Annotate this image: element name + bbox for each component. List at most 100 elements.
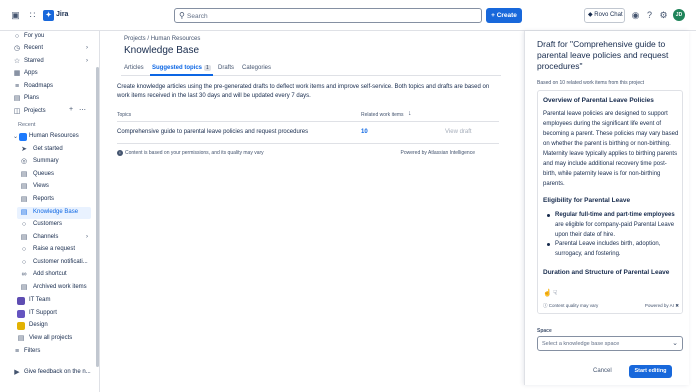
rovo-chat-button[interactable]: ◆ Rovo Chat xyxy=(584,8,625,23)
content-quality-note: ⓘ Content quality may vary xyxy=(543,303,599,308)
sidebar-item-views[interactable]: ▤ Views xyxy=(0,181,96,193)
sidebar-item-customer-notifications[interactable]: ○ Customer notificati... xyxy=(0,257,96,269)
draft-list-item: Regular full-time and part-time employee… xyxy=(555,210,679,240)
chevron-down-icon[interactable]: ⌄ xyxy=(13,133,18,140)
info-icon: i xyxy=(117,150,123,156)
sidebar-scrollbar[interactable] xyxy=(96,67,99,367)
help-icon[interactable]: ? xyxy=(644,10,655,21)
draft-heading: Overview of Parental Leave Policies xyxy=(543,97,654,104)
chevron-right-icon[interactable]: › xyxy=(86,45,88,51)
sidebar-item-raise-request[interactable]: ○ Raise a request xyxy=(0,244,96,256)
sidebar-item-for-you[interactable]: ○ For you xyxy=(0,31,96,43)
sidebar-item-label: Customers xyxy=(33,221,63,227)
add-project-icon[interactable]: + xyxy=(69,106,73,113)
sidebar-item-summary[interactable]: ◎ Summary xyxy=(0,156,96,168)
sidebar-toggle-icon[interactable]: ▣ xyxy=(10,10,21,21)
search-placeholder: Search xyxy=(187,12,208,20)
space-select[interactable]: Select a knowledge base space ⌄ xyxy=(537,336,683,351)
sidebar-item-archived[interactable]: ▤ Archived work items xyxy=(0,282,96,294)
breadcrumb: Projects / Human Resources xyxy=(124,36,200,42)
sidebar-item-feedback[interactable]: ▶ Give feedback on the n... xyxy=(0,367,96,379)
breadcrumb-projects[interactable]: Projects xyxy=(124,36,146,42)
megaphone-icon: ▶ xyxy=(14,369,20,376)
project-name: IT Support xyxy=(29,310,57,316)
book-icon: ▤ xyxy=(20,209,28,216)
topic-cell[interactable]: Comprehensive guide to parental leave po… xyxy=(117,129,308,135)
sidebar-item-knowledge-base[interactable]: ▤ Knowledge Base xyxy=(17,207,91,219)
jira-logo-icon[interactable]: ✦ xyxy=(43,10,54,21)
draft-footer: ☝ ☟ ⓘ Content quality may vary Powered b… xyxy=(538,286,682,313)
notifications-icon[interactable]: ◉ xyxy=(630,10,641,21)
footnote-text: Content is based on your permissions, an… xyxy=(125,150,264,156)
project-it-team[interactable]: IT Team xyxy=(0,295,96,307)
table-row[interactable]: Comprehensive guide to parental leave po… xyxy=(117,122,499,144)
sidebar-item-label: Give feedback on the n... xyxy=(24,369,91,375)
draft-heading: Eligibility for Parental Leave xyxy=(543,197,631,204)
app-switcher-icon[interactable]: ∷ xyxy=(27,10,38,21)
app-name[interactable]: Jira xyxy=(56,11,68,18)
sidebar-item-starred[interactable]: ☆ Starred › xyxy=(0,56,96,68)
cancel-button[interactable]: Cancel xyxy=(593,368,612,374)
chevron-right-icon[interactable]: › xyxy=(86,234,88,240)
table-header: Topics Related work items ↓ xyxy=(117,110,499,122)
breadcrumb-human-resources[interactable]: Human Resources xyxy=(151,36,201,42)
project-name: IT Team xyxy=(29,297,51,303)
sidebar-item-queues[interactable]: ▤ Queues xyxy=(0,169,96,181)
sidebar-item-label: View all projects xyxy=(29,335,73,341)
search-input[interactable]: ⚲ Search xyxy=(174,8,482,23)
thumbs-down-icon[interactable]: ☟ xyxy=(553,289,557,297)
page-description: Create knowledge articles using the pre-… xyxy=(117,84,490,99)
projects-icon: ◫ xyxy=(13,108,21,115)
view-draft-button[interactable]: View draft xyxy=(445,129,472,135)
sidebar-item-plans[interactable]: ▤ Plans xyxy=(0,93,96,105)
queue-icon: ▤ xyxy=(20,171,28,178)
sidebar-item-label: Raise a request xyxy=(33,246,76,252)
sidebar-item-filters[interactable]: ≡ Filters xyxy=(0,346,96,358)
tab-drafts[interactable]: Drafts xyxy=(218,65,234,71)
avatar[interactable]: JD xyxy=(673,9,685,21)
sidebar-item-reports[interactable]: ▤ Reports xyxy=(0,194,96,206)
related-count-cell[interactable]: 10 xyxy=(361,129,368,135)
sidebar-item-roadmaps[interactable]: ≡ Roadmaps xyxy=(0,81,96,93)
project-avatar-icon xyxy=(17,322,25,330)
project-it-support[interactable]: IT Support xyxy=(0,308,96,320)
draft-list-item: Parental Leave includes birth, adoption,… xyxy=(555,241,661,257)
globe-icon: ◎ xyxy=(20,158,28,165)
sidebar-item-label: Projects xyxy=(24,108,46,114)
channels-icon: ▤ xyxy=(20,234,28,241)
sidebar-item-customers[interactable]: ○ Customers xyxy=(0,219,96,231)
search-icon: ⚲ xyxy=(179,11,185,20)
space-label: Space xyxy=(537,328,552,334)
draft-bold-text: Regular full-time and part-time employee… xyxy=(555,212,675,218)
settings-gear-icon[interactable]: ⚙ xyxy=(658,10,669,21)
recent-section-label: Recent xyxy=(18,122,36,128)
sidebar-item-label: Filters xyxy=(24,348,41,354)
sidebar-item-get-started[interactable]: ➤ Get started xyxy=(0,144,96,156)
project-avatar-icon xyxy=(19,133,27,141)
more-options-icon[interactable]: ⋯ xyxy=(79,106,86,114)
sidebar-item-add-shortcut[interactable]: ∞ Add shortcut xyxy=(0,269,96,281)
chevron-right-icon[interactable]: › xyxy=(86,58,88,64)
create-button[interactable]: + Create xyxy=(486,8,522,23)
column-header-related[interactable]: Related work items xyxy=(361,112,404,118)
tab-categories[interactable]: Categories xyxy=(242,65,271,71)
draft-preview[interactable]: Overview of Parental Leave Policies Pare… xyxy=(537,90,683,314)
views-icon: ▤ xyxy=(20,183,28,190)
start-editing-button[interactable]: Start editing xyxy=(629,365,672,378)
tab-articles[interactable]: Articles xyxy=(124,65,144,71)
sidebar-item-view-all-projects[interactable]: ▤ View all projects xyxy=(0,333,96,345)
project-design[interactable]: Design xyxy=(0,320,96,332)
sidebar-item-recent[interactable]: ◷ Recent › xyxy=(0,43,96,55)
sidebar-item-channels[interactable]: ▤ Channels › xyxy=(0,232,96,244)
tab-suggested-topics[interactable]: Suggested topics 1 xyxy=(152,65,211,71)
bullet-icon xyxy=(547,214,550,217)
bullet-icon xyxy=(547,243,550,246)
project-human-resources[interactable]: ⌄ Human Resources xyxy=(0,131,96,143)
thumbs-up-icon[interactable]: ☝ xyxy=(543,289,552,297)
powered-by-ai: Powered by AI ✖ xyxy=(645,303,679,309)
rocket-icon: ➤ xyxy=(21,146,27,153)
sidebar-item-projects[interactable]: ◫ Projects + ⋯ xyxy=(0,106,96,118)
sidebar-item-apps[interactable]: ▦ Apps xyxy=(0,68,96,80)
person-icon: ○ xyxy=(14,33,20,40)
sort-arrow-icon[interactable]: ↓ xyxy=(408,110,412,117)
